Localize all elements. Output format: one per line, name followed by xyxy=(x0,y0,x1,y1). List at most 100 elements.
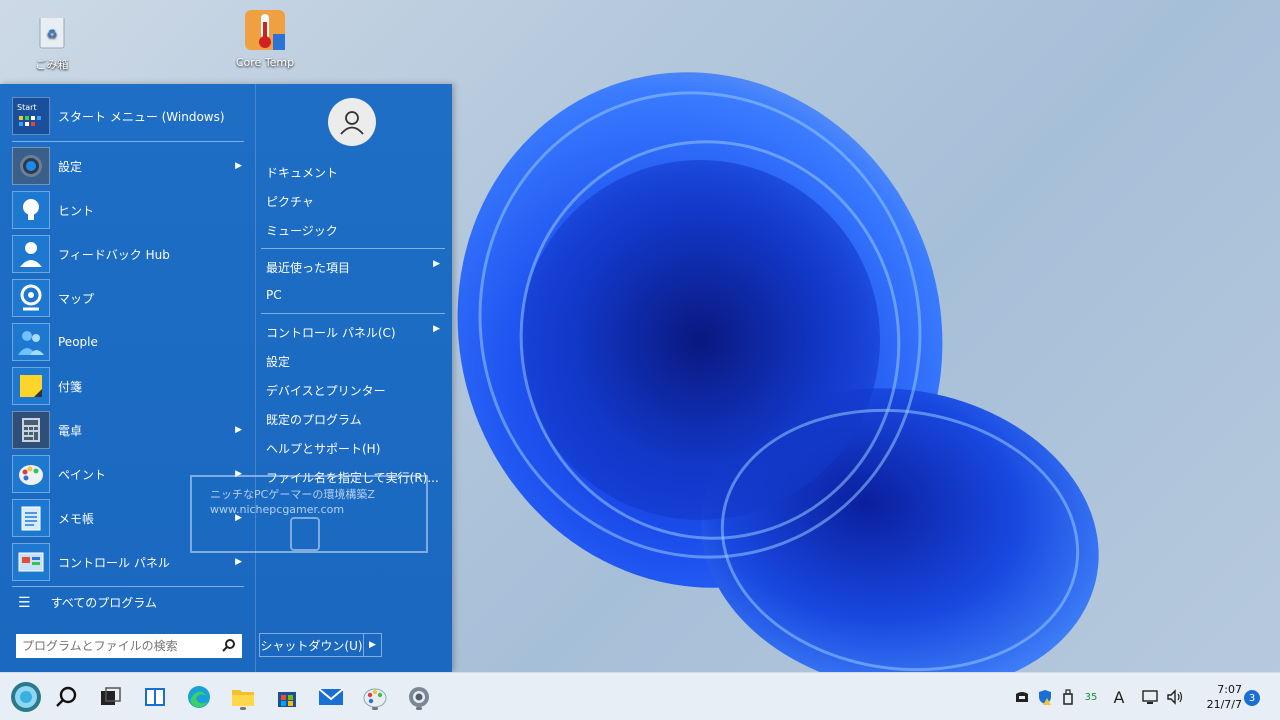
place-label: ミュージック xyxy=(266,224,338,238)
edge-icon xyxy=(188,686,210,708)
shutdown-options-button[interactable]: ▶ xyxy=(364,633,382,657)
divider xyxy=(12,141,244,142)
start-orb-icon xyxy=(11,682,41,712)
watermark-line: ニッチなPCゲーマーの環境構築Z xyxy=(210,488,375,501)
pinned-item-start-menu[interactable]: Start スタート メニュー (Windows) xyxy=(12,96,248,136)
network-tray-icon[interactable] xyxy=(1140,683,1162,711)
pinned-item-feedback-hub[interactable]: フィードバック Hub xyxy=(12,234,248,274)
sticky-note-icon xyxy=(12,367,50,405)
usb-tray-icon[interactable] xyxy=(1058,683,1078,711)
start-menu-pinned-column: Start スタート メニュー (Windows) 設定 ▶ ヒント フィードバ… xyxy=(0,84,254,672)
calculator-icon xyxy=(290,517,320,551)
pinned-item-people[interactable]: People xyxy=(12,322,248,362)
edge-button[interactable] xyxy=(183,681,215,713)
place-control-panel[interactable]: コントロール パネル(C) ▶ xyxy=(266,324,446,341)
chevron-right-icon: ▶ xyxy=(235,161,242,171)
person-feedback-icon xyxy=(12,235,50,273)
pinned-item-label: ペイント xyxy=(58,467,107,482)
place-settings[interactable]: 設定 xyxy=(266,353,446,370)
desktop-icon-label: Core Temp xyxy=(235,56,295,69)
thermometer-icon xyxy=(243,8,287,52)
shutdown-button[interactable]: シャットダウン(U) xyxy=(259,633,364,657)
watermark: ニッチなPCゲーマーの環境構築Z www.nichepcgamer.com xyxy=(190,475,428,553)
start-orb-button[interactable] xyxy=(10,681,42,713)
pinned-item-tips[interactable]: ヒント xyxy=(12,190,248,230)
task-view-button[interactable] xyxy=(94,681,126,713)
notification-badge[interactable]: 3 xyxy=(1244,690,1260,706)
notification-count: 3 xyxy=(1248,692,1256,704)
running-indicator xyxy=(416,707,422,710)
pinned-item-label: 電卓 xyxy=(58,423,83,438)
store-button[interactable] xyxy=(271,681,303,713)
speaker-icon xyxy=(1167,689,1183,705)
desktop-icon-label: ごみ箱 xyxy=(35,58,69,71)
file-explorer-button[interactable] xyxy=(227,681,259,713)
temperature-value: 35 xyxy=(1084,691,1098,703)
place-label: 設定 xyxy=(266,355,291,369)
shutdown-control: シャットダウン(U) ▶ xyxy=(259,633,382,657)
place-pictures[interactable]: ピクチャ xyxy=(266,193,446,210)
place-recent-items[interactable]: 最近使った項目 ▶ xyxy=(266,259,446,276)
user-avatar[interactable] xyxy=(328,98,376,146)
desktop-icon-core-temp[interactable]: Core Temp xyxy=(225,8,305,69)
place-documents[interactable]: ドキュメント xyxy=(266,164,446,181)
pinned-item-calculator[interactable]: 電卓 ▶ xyxy=(12,410,248,450)
pinned-item-label: 設定 xyxy=(58,159,83,174)
pinned-item-sticky-notes[interactable]: 付箋 xyxy=(12,366,248,406)
pinned-item-label: フィードバック Hub xyxy=(58,247,170,262)
search-icon xyxy=(222,638,236,655)
all-programs-label: すべてのプログラム xyxy=(50,596,157,610)
shield-warning-icon xyxy=(1039,690,1051,705)
paint-palette-icon xyxy=(12,455,50,493)
volume-tray-icon[interactable] xyxy=(1164,683,1186,711)
start-tile-icon: Start xyxy=(12,97,50,135)
calculator-icon xyxy=(12,411,50,449)
place-devices-printers[interactable]: デバイスとプリンター xyxy=(266,382,446,399)
security-tray-icon[interactable] xyxy=(1035,683,1055,711)
running-indicator xyxy=(240,707,246,710)
task-view-icon xyxy=(101,687,121,705)
search-field[interactable] xyxy=(16,634,242,658)
place-label: ヘルプとサポート(H) xyxy=(266,442,381,456)
widgets-button[interactable] xyxy=(139,681,171,713)
usb-drive-icon xyxy=(1063,689,1073,705)
tray-app-icon[interactable] xyxy=(1012,683,1032,711)
place-default-programs[interactable]: 既定のプログラム xyxy=(266,411,446,428)
clock-time: 7:07 xyxy=(1217,683,1242,696)
people-icon xyxy=(12,323,50,361)
pinned-item-label: マップ xyxy=(58,291,95,306)
settings-button[interactable] xyxy=(403,681,435,713)
pinned-item-settings[interactable]: 設定 ▶ xyxy=(12,146,248,186)
start-menu: Start スタート メニュー (Windows) 設定 ▶ ヒント フィードバ… xyxy=(0,84,452,672)
svg-text:♻: ♻ xyxy=(47,27,58,41)
core-temp-tray[interactable]: 35 xyxy=(1080,683,1102,711)
all-programs-button[interactable]: ☰ すべてのプログラム xyxy=(18,594,157,611)
search-icon xyxy=(56,686,77,707)
place-label: コントロール パネル(C) xyxy=(266,326,396,340)
watermark-line: www.nichepcgamer.com xyxy=(210,503,345,516)
place-help-support[interactable]: ヘルプとサポート(H) xyxy=(266,440,446,457)
taskbar: 35 A 7:07 21/7/7 3 xyxy=(0,672,1280,720)
search-input[interactable] xyxy=(22,639,222,653)
ime-indicator[interactable]: A xyxy=(1108,683,1130,711)
running-indicator xyxy=(372,707,378,710)
pinned-item-label: ヒント xyxy=(58,203,95,218)
mail-button[interactable] xyxy=(315,681,347,713)
svg-text:Start: Start xyxy=(17,103,37,112)
divider xyxy=(12,586,244,587)
recycle-bin-icon: ♻ xyxy=(30,8,74,52)
clock[interactable]: 7:07 21/7/7 xyxy=(1198,682,1242,712)
chevron-right-icon: ▶ xyxy=(433,259,440,269)
user-icon xyxy=(340,111,364,135)
desktop-icon-recycle-bin[interactable]: ♻ ごみ箱 xyxy=(12,8,92,72)
paint-button[interactable] xyxy=(359,681,391,713)
place-pc[interactable]: PC xyxy=(266,288,446,302)
hand-icon xyxy=(1016,692,1028,702)
pinned-item-label: People xyxy=(58,335,98,349)
pinned-item-maps[interactable]: マップ xyxy=(12,278,248,318)
start-menu-places-column: ドキュメント ピクチャ ミュージック 最近使った項目 ▶ PC コントロール パネ… xyxy=(255,84,452,672)
place-music[interactable]: ミュージック xyxy=(266,222,446,239)
store-icon xyxy=(278,692,296,707)
notepad-icon xyxy=(12,499,50,537)
search-button[interactable] xyxy=(51,681,83,713)
